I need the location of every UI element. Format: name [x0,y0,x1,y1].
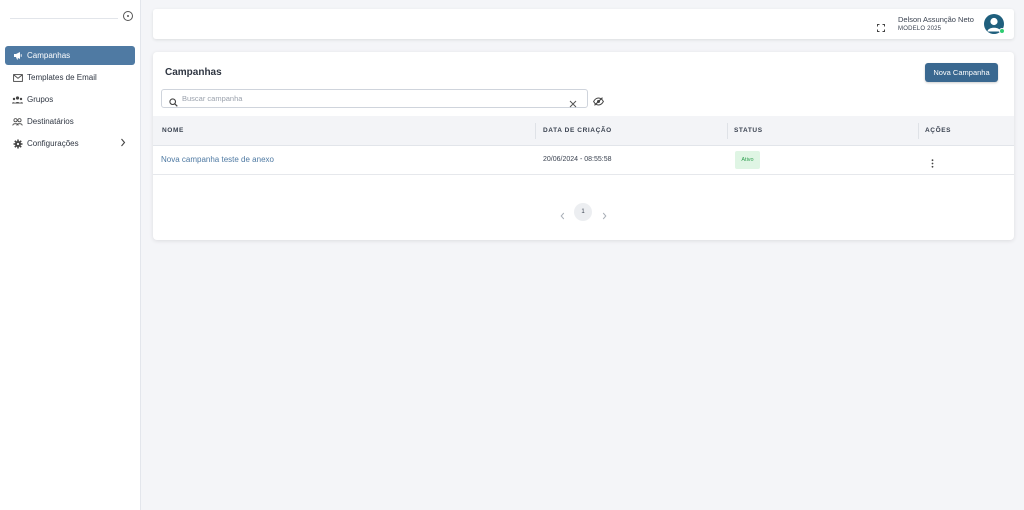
sidebar-item-templates-de-email[interactable]: Templates de Email [5,68,135,87]
column-divider [918,123,919,139]
chevron-right-icon [120,138,126,149]
megaphone-icon [12,50,23,61]
sidebar-item-grupos[interactable]: Grupos [5,90,135,109]
status-badge: Ativo [735,151,760,169]
more-actions-icon[interactable] [931,155,934,173]
top-header: Delson Assunção Neto MODELO 2025 [153,9,1014,39]
campaign-name-link[interactable]: Nova campanha teste de anexo [161,155,274,164]
search-box [161,89,588,108]
pagination-next-icon[interactable] [602,207,607,225]
users-group-icon [12,94,23,105]
eye-off-icon[interactable] [593,93,604,111]
clear-search-icon[interactable] [569,95,577,113]
search-input[interactable] [182,92,562,105]
sidebar-toggle-icon[interactable] [123,11,133,21]
sidebar-nav: Campanhas Templates de Email Grupos Dest… [5,46,135,156]
column-header-status[interactable]: STATUS [734,127,763,134]
new-campaign-button[interactable]: Nova Campanha [925,63,998,82]
user-subtitle: MODELO 2025 [898,26,942,32]
online-status-dot [999,28,1005,34]
sidebar-item-label: Grupos [27,95,54,104]
search-icon [169,94,178,112]
sidebar-item-campanhas[interactable]: Campanhas [5,46,135,65]
campaigns-card: Campanhas Nova Campanha NOME DATA DE CRI… [153,52,1014,240]
column-header-acoes: AÇÕES [925,127,952,134]
pagination-prev-icon[interactable] [560,207,565,225]
people-icon [12,116,23,127]
user-name: Delson Assunção Neto [898,15,974,24]
creation-date: 20/06/2024 - 08:55:58 [543,156,612,163]
column-header-data-criacao[interactable]: DATA DE CRIAÇÃO [543,127,612,134]
sidebar: Campanhas Templates de Email Grupos Dest… [0,0,141,510]
column-divider [535,123,536,139]
sidebar-item-label: Templates de Email [27,73,97,82]
sidebar-item-label: Campanhas [27,51,71,60]
column-divider [727,123,728,139]
pagination-page[interactable]: 1 [574,203,592,221]
sidebar-item-label: Configurações [27,139,79,148]
sidebar-item-destinatarios[interactable]: Destinatários [5,112,135,131]
sidebar-item-configuracoes[interactable]: Configurações [5,134,135,153]
table-row: Nova campanha teste de anexo 20/06/2024 … [153,146,1014,175]
page-title: Campanhas [165,67,222,78]
gear-icon [12,138,23,149]
column-header-nome[interactable]: NOME [162,127,184,134]
fullscreen-icon[interactable] [877,19,885,37]
sidebar-logo-area [10,18,118,19]
sidebar-item-label: Destinatários [27,117,74,126]
envelope-icon [12,72,23,83]
table-header: NOME DATA DE CRIAÇÃO STATUS AÇÕES [153,116,1014,146]
